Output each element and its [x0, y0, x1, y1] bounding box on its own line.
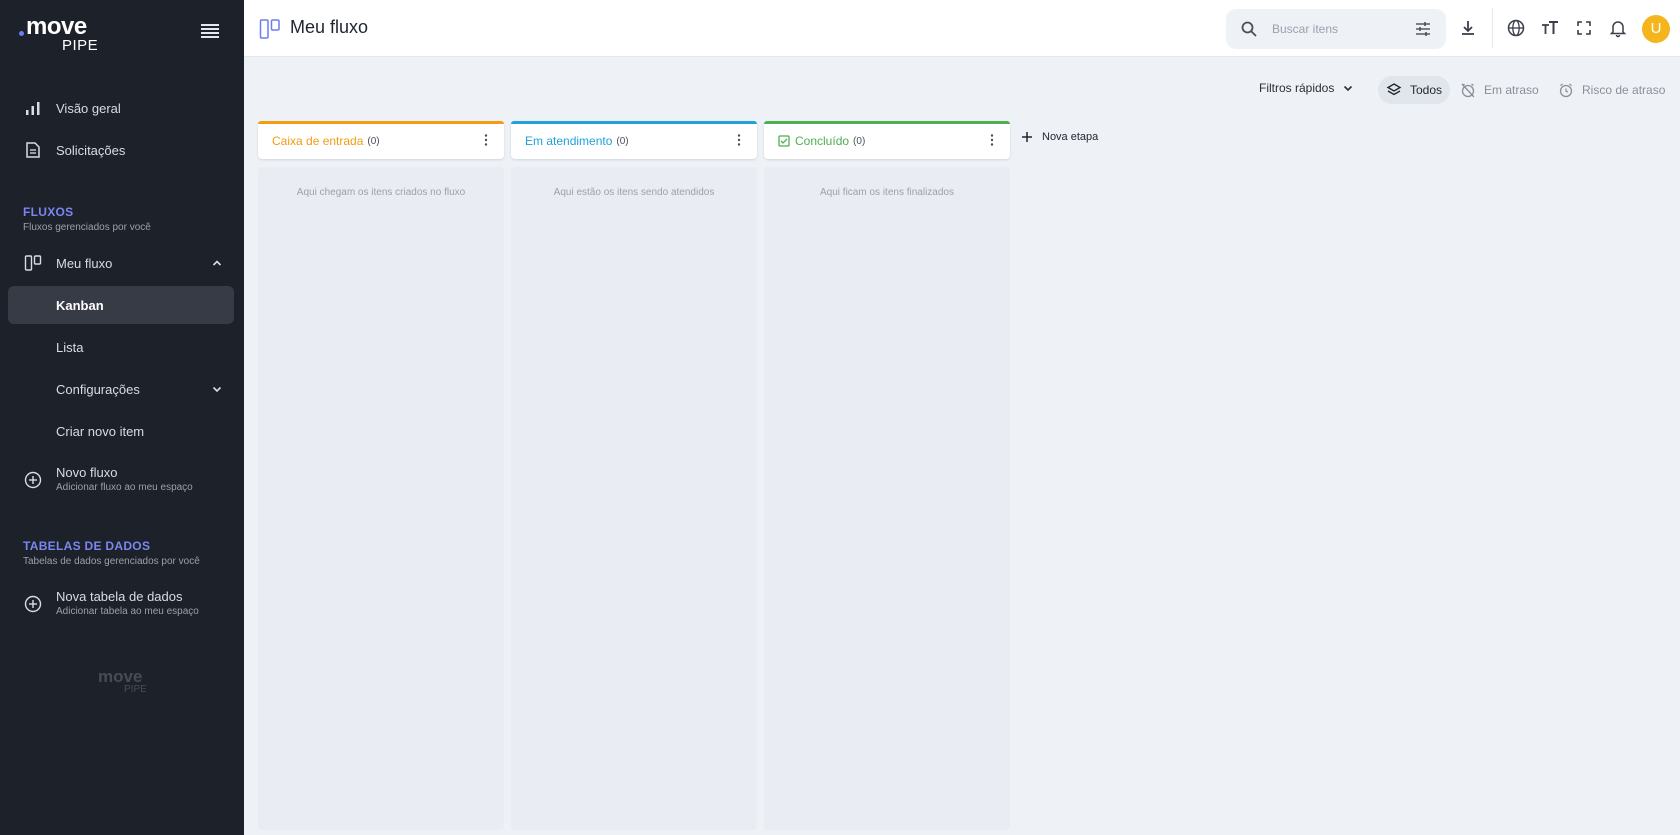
sidebar-item-kanban[interactable]: Kanban — [8, 286, 234, 324]
search-input[interactable] — [1272, 19, 1402, 39]
chevron-down-icon[interactable] — [210, 382, 224, 396]
sidebar-item-label: Lista — [56, 339, 84, 355]
column-title-text: Em atendimento — [525, 134, 613, 148]
column-empty-message: Aqui estão os itens sendo atendidos — [553, 187, 715, 198]
filter-chip-label: Risco de atraso — [1582, 83, 1666, 97]
sidebar-item-label: Novo fluxo — [56, 465, 118, 480]
sidebar-item-sublabel: Adicionar fluxo ao meu espaço — [56, 482, 193, 493]
sidebar-item-my-flow[interactable]: Meu fluxo — [8, 244, 234, 282]
more-vertical-icon[interactable] — [731, 132, 747, 148]
new-stage-button[interactable]: Nova etapa — [1020, 130, 1098, 144]
filter-chip-overdue[interactable]: Em atraso — [1452, 76, 1547, 104]
user-avatar[interactable]: U — [1642, 15, 1670, 43]
check-box-icon — [778, 135, 790, 147]
filter-chip-label: Todos — [1410, 83, 1443, 97]
footer-logo-sub: PIPE — [124, 684, 147, 695]
sidebar-item-label: Meu fluxo — [56, 255, 113, 271]
plus-circle-icon — [24, 595, 42, 613]
sidebar-item-settings[interactable]: Configurações — [8, 370, 234, 408]
plus-circle-icon — [24, 471, 42, 489]
page-title: Meu fluxo — [290, 17, 369, 37]
sidebar-item-sublabel: Adicionar tabela ao meu espaço — [56, 606, 199, 617]
flows-section-subtitle: Fluxos gerenciados por você — [23, 222, 151, 233]
filter-chip-all[interactable]: Todos — [1378, 76, 1451, 104]
column-title-text: Caixa de entrada — [272, 134, 364, 148]
column-header-done[interactable]: Concluído (0) — [764, 121, 1010, 159]
search-icon — [1241, 21, 1257, 37]
more-vertical-icon[interactable] — [478, 132, 494, 148]
filter-sliders-icon[interactable] — [1414, 20, 1432, 38]
fullscreen-icon[interactable] — [1574, 18, 1594, 38]
column-body-in-progress[interactable]: Aqui estão os itens sendo atendidos — [511, 167, 757, 830]
sidebar-item-create-item[interactable]: Criar novo item — [8, 412, 234, 450]
column-count: (0) — [616, 135, 629, 147]
logo-sub: PIPE — [62, 37, 99, 54]
sidebar-item-requests[interactable]: Solicitações — [8, 131, 234, 169]
document-icon — [26, 142, 40, 158]
menu-toggle-icon[interactable] — [201, 24, 219, 40]
chevron-up-icon[interactable] — [210, 256, 224, 270]
quick-filters-dropdown[interactable]: Filtros rápidos — [1259, 81, 1354, 95]
tables-section-title: TABELAS DE DADOS — [23, 539, 151, 553]
column-body-done[interactable]: Aqui ficam os itens finalizados — [764, 167, 1010, 830]
column-empty-message: Aqui ficam os itens finalizados — [820, 187, 954, 198]
column-title-text: Concluído — [795, 134, 850, 148]
bell-icon[interactable] — [1608, 18, 1628, 38]
column-count: (0) — [367, 135, 380, 147]
top-header: Meu fluxo U — [244, 0, 1680, 57]
globe-icon[interactable] — [1506, 18, 1526, 38]
sidebar-item-overview[interactable]: Visão geral — [8, 89, 234, 127]
filter-chip-at-risk[interactable]: Risco de atraso — [1550, 76, 1673, 104]
sidebar-item-label: Solicitações — [56, 142, 126, 158]
chevron-down-icon — [1344, 85, 1353, 92]
sidebar-item-new-flow[interactable]: Novo fluxo Adicionar fluxo ao meu espaço — [8, 460, 234, 500]
flows-section-title: FLUXOS — [23, 205, 74, 219]
sidebar-item-label: Visão geral — [56, 100, 121, 116]
column-header-in-progress[interactable]: Em atendimento (0) — [511, 121, 757, 159]
column-body-inbox[interactable]: Aqui chegam os itens criados no fluxo — [258, 167, 504, 830]
text-size-icon[interactable] — [1540, 18, 1560, 38]
column-title: Em atendimento (0) — [525, 134, 629, 148]
sidebar-item-new-table[interactable]: Nova tabela de dados Adicionar tabela ao… — [8, 584, 234, 624]
sidebar-item-label: Configurações — [56, 381, 140, 397]
search-box — [1226, 9, 1446, 49]
column-title: Caixa de entrada (0) — [272, 134, 380, 148]
layers-icon — [1386, 83, 1402, 96]
quick-filters-label: Filtros rápidos — [1259, 81, 1335, 95]
column-count: (0) — [853, 135, 866, 147]
alarm-off-icon — [1461, 83, 1475, 98]
plus-icon — [1022, 132, 1032, 142]
column-color-bar — [258, 121, 504, 124]
download-icon[interactable] — [1458, 18, 1478, 38]
brand-logo[interactable]: move PIPE — [18, 14, 98, 54]
sidebar-item-label: Kanban — [56, 297, 104, 313]
kanban-icon — [24, 255, 42, 271]
column-color-bar — [764, 121, 1010, 124]
footer-logo: move PIPE — [94, 668, 154, 698]
column-empty-message: Aqui chegam os itens criados no fluxo — [296, 187, 466, 198]
column-color-bar — [511, 121, 757, 124]
column-header-inbox[interactable]: Caixa de entrada (0) — [258, 121, 504, 159]
filter-chip-label: Em atraso — [1484, 83, 1539, 97]
header-divider — [1492, 8, 1493, 48]
bar-chart-icon — [26, 102, 40, 115]
sidebar: move PIPE Visão geral Solicitações FLUXO… — [0, 0, 244, 835]
sidebar-item-label: Nova tabela de dados — [56, 589, 183, 604]
more-vertical-icon[interactable] — [984, 132, 1000, 148]
new-stage-label: Nova etapa — [1042, 131, 1099, 143]
alarm-icon — [1559, 83, 1573, 98]
sidebar-item-label: Criar novo item — [56, 423, 145, 439]
column-title: Concluído (0) — [778, 134, 865, 148]
tables-section-subtitle: Tabelas de dados gerenciados por você — [23, 556, 200, 567]
kanban-icon — [259, 19, 280, 39]
sidebar-item-list[interactable]: Lista — [8, 328, 234, 366]
